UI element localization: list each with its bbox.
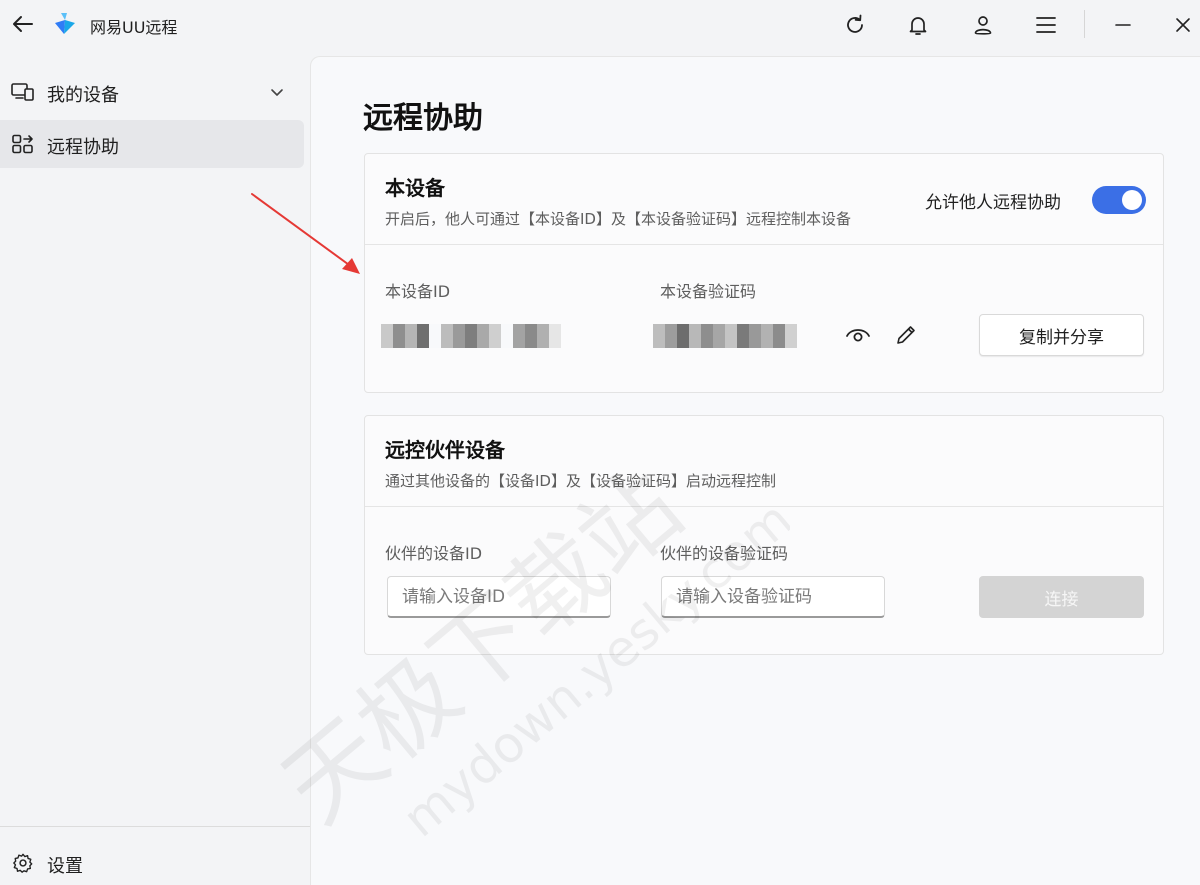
edit-code-button[interactable]	[891, 320, 921, 350]
allow-remote-assist-label: 允许他人远程协助	[925, 193, 1061, 213]
close-button[interactable]	[1166, 9, 1200, 41]
partner-id-label: 伙伴的设备ID	[385, 544, 483, 563]
refresh-button[interactable]	[838, 9, 872, 41]
this-device-code-label: 本设备验证码	[660, 282, 757, 301]
gear-icon	[13, 853, 33, 873]
chevron-down-icon[interactable]	[268, 84, 286, 100]
copy-and-share-button[interactable]: 复制并分享	[979, 314, 1144, 356]
partner-id-input[interactable]	[387, 576, 611, 618]
title-bar: 网易UU远程	[0, 0, 1200, 52]
partner-device-title: 远控伙伴设备	[385, 438, 505, 462]
pencil-icon	[897, 326, 915, 344]
show-code-button[interactable]	[843, 320, 873, 350]
app-logo-icon	[55, 13, 75, 34]
page-title: 远程协助	[363, 101, 483, 136]
notification-button[interactable]	[901, 9, 935, 41]
bell-icon	[909, 17, 927, 35]
sidebar-item-label: 我的设备	[47, 85, 119, 106]
sidebar-item-label: 远程协助	[47, 137, 119, 158]
this-device-card: 本设备 开启后，他人可通过【本设备ID】及【本设备验证码】远程控制本设备 允许他…	[364, 153, 1164, 393]
user-icon	[974, 16, 992, 35]
minimize-icon	[1115, 24, 1131, 26]
sidebar-divider	[0, 826, 310, 827]
this-device-title: 本设备	[385, 176, 445, 200]
back-button[interactable]	[8, 10, 38, 38]
this-device-desc: 开启后，他人可通过【本设备ID】及【本设备验证码】远程控制本设备	[385, 210, 851, 228]
eye-icon	[846, 329, 870, 342]
close-icon	[1176, 18, 1190, 32]
app-title: 网易UU远程	[90, 18, 178, 37]
toggle-knob	[1122, 190, 1142, 210]
app-window: 网易UU远程 我的设备 远程协助 设置 远程协助 本设备 开启后，他人可通过【本…	[0, 0, 1200, 885]
titlebar-divider	[1084, 10, 1085, 38]
sidebar-item-remote-assist[interactable]: 远程协助	[0, 120, 304, 168]
partner-device-desc: 通过其他设备的【设备ID】及【设备验证码】启动远程控制	[385, 472, 776, 490]
menu-icon	[1036, 17, 1056, 33]
menu-button[interactable]	[1029, 9, 1063, 41]
connect-button[interactable]: 连接	[979, 576, 1144, 618]
partner-code-input[interactable]	[661, 576, 885, 618]
this-device-id-value-masked	[381, 324, 561, 348]
devices-icon	[11, 83, 34, 101]
partner-device-card: 远控伙伴设备 通过其他设备的【设备ID】及【设备验证码】启动远程控制 伙伴的设备…	[364, 415, 1164, 655]
partner-code-label: 伙伴的设备验证码	[660, 544, 789, 563]
sidebar-item-settings[interactable]: 设置	[0, 840, 304, 884]
this-device-card-header: 本设备 开启后，他人可通过【本设备ID】及【本设备验证码】远程控制本设备 允许他…	[365, 154, 1163, 245]
main-panel: 远程协助 本设备 开启后，他人可通过【本设备ID】及【本设备验证码】远程控制本设…	[310, 56, 1200, 885]
this-device-code-value-masked	[653, 324, 797, 348]
sidebar: 我的设备 远程协助 设置	[0, 52, 310, 885]
sidebar-item-my-devices[interactable]: 我的设备	[0, 68, 304, 116]
refresh-icon	[847, 14, 863, 33]
allow-remote-assist-toggle[interactable]	[1092, 186, 1146, 214]
remote-assist-icon	[12, 134, 33, 154]
back-arrow-icon	[13, 16, 33, 32]
this-device-id-label: 本设备ID	[385, 282, 451, 301]
account-button[interactable]	[966, 9, 1000, 41]
partner-device-card-header: 远控伙伴设备 通过其他设备的【设备ID】及【设备验证码】启动远程控制	[365, 416, 1163, 507]
settings-label: 设置	[47, 856, 83, 877]
minimize-button[interactable]	[1106, 9, 1140, 41]
